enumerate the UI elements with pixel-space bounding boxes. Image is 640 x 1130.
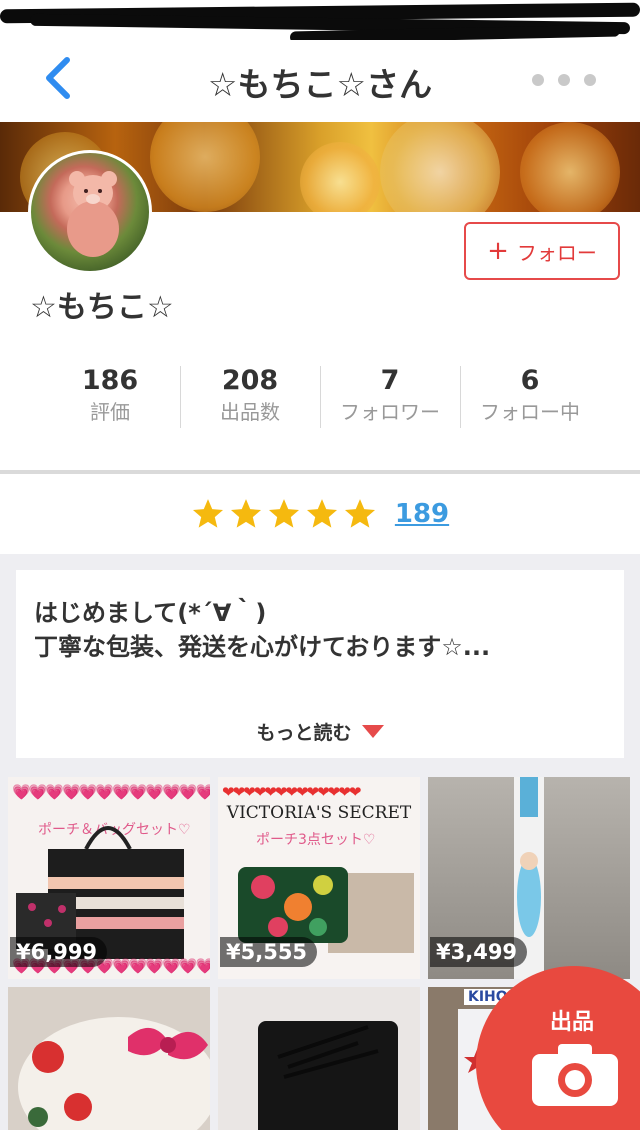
- item-card[interactable]: 💗💗💗💗💗💗💗💗💗💗💗💗💗 ポーチ＆バッグセット♡ 💗💗💗💗💗💗💗💗💗💗💗💗💗 …: [8, 777, 210, 979]
- star-icon: [268, 499, 299, 528]
- read-more-button[interactable]: もっと読む: [16, 718, 624, 745]
- stat-value: 208: [221, 365, 279, 396]
- item-card[interactable]: [218, 987, 420, 1130]
- star-icon: [192, 499, 223, 528]
- stat-following[interactable]: 6 フォロー中: [460, 364, 600, 430]
- more-dot-icon: [584, 74, 596, 86]
- stat-value: 7: [380, 365, 400, 396]
- follow-button[interactable]: + フォロー: [464, 222, 620, 280]
- rating-row: 189: [0, 474, 640, 554]
- more-options-button[interactable]: [532, 70, 596, 90]
- read-more-label: もっと読む: [256, 722, 352, 744]
- stat-label: フォロワー: [340, 400, 440, 424]
- bio-line: はじめまして(*´∀｀): [34, 599, 267, 627]
- profile-card: + フォロー ☆もちこ☆ 186 評価 208 出品数 7 フォロワー 6 フォ…: [0, 150, 640, 470]
- more-dot-icon: [558, 74, 570, 86]
- item-price: ¥3,499: [430, 937, 528, 967]
- username: ☆もちこ☆: [30, 290, 174, 325]
- back-button[interactable]: [34, 54, 82, 102]
- item-card[interactable]: [8, 987, 210, 1130]
- star-icon: [230, 499, 261, 528]
- stat-value: 6: [520, 365, 540, 396]
- caret-down-icon: [361, 725, 384, 738]
- wallet-photo: [258, 1021, 398, 1130]
- stat-label: フォロー中: [480, 400, 580, 424]
- sell-label: 出品: [550, 1010, 595, 1035]
- item-price: ¥5,555: [220, 937, 318, 967]
- bio-text: はじめまして(*´∀｀) 丁寧な包装、発送を心がけております☆...: [34, 596, 490, 664]
- hello-kitty-pouch-photo: [18, 1017, 210, 1130]
- more-dot-icon: [532, 74, 544, 86]
- plus-icon: +: [487, 236, 509, 266]
- star-icon: [306, 499, 337, 528]
- rating-count-link[interactable]: 189: [395, 499, 449, 529]
- stat-listings[interactable]: 208 出品数: [180, 364, 320, 430]
- bio-line: 丁寧な包装、発送を心がけております☆...: [34, 633, 491, 661]
- star-icon: [344, 499, 375, 528]
- stat-value: 186: [81, 365, 139, 396]
- avatar[interactable]: [28, 150, 152, 274]
- follow-label: フォロー: [516, 240, 597, 265]
- chevron-left-icon: [46, 57, 70, 99]
- stat-label: 出品数: [220, 400, 280, 424]
- item-price: ¥6,999: [10, 937, 108, 967]
- item-card[interactable]: ❤❤❤❤❤❤❤❤❤❤❤❤❤ VICTORIA'S SECRET ポーチ3点セット…: [218, 777, 420, 979]
- page-title: ☆もちこ☆さん: [207, 65, 433, 104]
- status-bar: [0, 0, 640, 40]
- item-card[interactable]: ¥3,499: [428, 777, 630, 979]
- rating-stars: [191, 497, 377, 531]
- stat-followers[interactable]: 7 フォロワー: [320, 364, 460, 430]
- bio-card: はじめまして(*´∀｀) 丁寧な包装、発送を心がけております☆... もっと読む: [16, 570, 624, 758]
- camera-icon: [532, 1044, 618, 1106]
- stat-reviews[interactable]: 186 評価: [40, 364, 180, 430]
- nav-bar: ☆もちこ☆さん: [0, 40, 640, 122]
- teddy-bear-photo: [67, 171, 119, 257]
- stats-row: 186 評価 208 出品数 7 フォロワー 6 フォロー中: [40, 364, 600, 430]
- stat-label: 評価: [90, 400, 130, 424]
